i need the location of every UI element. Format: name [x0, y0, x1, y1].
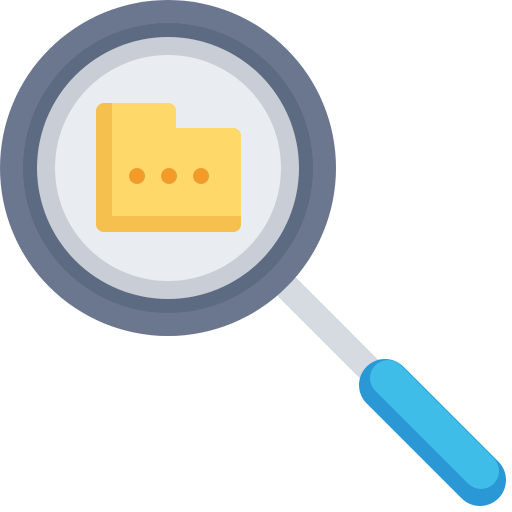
dot-1 — [129, 168, 145, 184]
magnifier-folder-search-icon — [0, 0, 512, 512]
dot-2 — [161, 168, 177, 184]
ellipsis-dots-icon — [129, 168, 209, 184]
dot-3 — [193, 168, 209, 184]
illustration-canvas — [0, 0, 506, 506]
magnifier-handle-icon — [359, 359, 506, 506]
